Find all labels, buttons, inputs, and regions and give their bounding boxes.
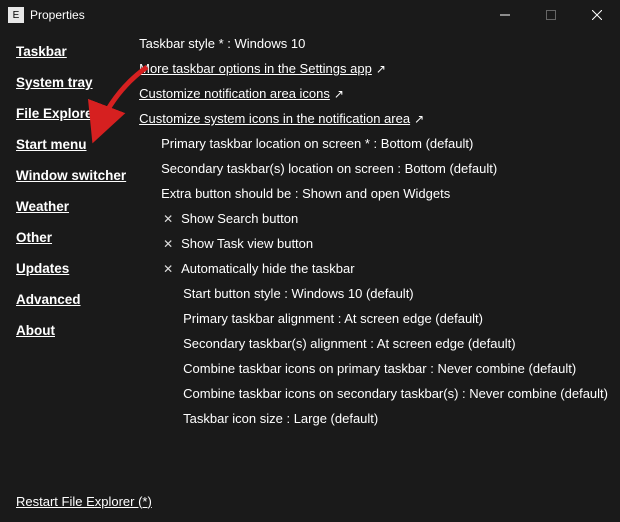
setting-check-label: Show Task view button	[181, 236, 313, 251]
setting-key: Extra button should be	[161, 186, 291, 201]
close-icon	[592, 10, 602, 20]
setting-row[interactable]: Extra button should be : Shown and open …	[139, 186, 608, 201]
setting-key: Primary taskbar alignment	[183, 311, 334, 326]
sidebar-item-file-explorer[interactable]: File Explorer	[16, 98, 139, 129]
setting-value: Never combine (default)	[437, 361, 576, 376]
maximize-icon	[546, 10, 556, 20]
sidebar-item-label: Weather	[16, 199, 69, 214]
setting-row[interactable]: Combine taskbar icons on primary taskbar…	[139, 361, 608, 376]
window-title: Properties	[30, 8, 482, 22]
setting-link-label: More taskbar options in the Settings app	[139, 61, 372, 76]
checkbox-unchecked-icon: ✕	[161, 262, 175, 276]
setting-kv: Primary taskbar alignment : At screen ed…	[183, 311, 483, 326]
setting-value: Shown and open Widgets	[302, 186, 450, 201]
footer: Restart File Explorer (*)	[0, 480, 620, 522]
sidebar-item-label: System tray	[16, 75, 93, 90]
setting-key: Combine taskbar icons on secondary taskb…	[183, 386, 458, 401]
setting-kv: Secondary taskbar(s) alignment : At scre…	[183, 336, 515, 351]
setting-key: Start button style	[183, 286, 281, 301]
setting-kv: Extra button should be : Shown and open …	[161, 186, 450, 201]
external-link-icon: ↗	[414, 112, 424, 126]
window-controls	[482, 0, 620, 30]
setting-check-label: Automatically hide the taskbar	[181, 261, 354, 276]
minimize-icon	[500, 10, 510, 20]
external-link-icon: ↗	[334, 87, 344, 101]
setting-key: Taskbar style *	[139, 36, 224, 51]
setting-row[interactable]: ✕ Show Task view button	[139, 236, 608, 251]
sidebar-item-label: Other	[16, 230, 52, 245]
checkbox-unchecked-icon: ✕	[161, 212, 175, 226]
titlebar: E Properties	[0, 0, 620, 30]
setting-value: Windows 10	[235, 36, 306, 51]
checkbox-unchecked-icon: ✕	[161, 237, 175, 251]
sidebar-item-label: File Explorer	[16, 106, 98, 121]
setting-value: Bottom (default)	[381, 136, 474, 151]
setting-key: Secondary taskbar(s) location on screen	[161, 161, 394, 176]
minimize-button[interactable]	[482, 0, 528, 30]
setting-key: Combine taskbar icons on primary taskbar	[183, 361, 427, 376]
sidebar-item-window-switcher[interactable]: Window switcher	[16, 160, 139, 191]
setting-row[interactable]: ✕ Show Search button	[139, 211, 608, 226]
setting-row[interactable]: Customize notification area icons ↗	[139, 86, 608, 101]
sidebar-item-about[interactable]: About	[16, 315, 139, 346]
setting-kv: Taskbar icon size : Large (default)	[183, 411, 378, 426]
setting-value: Large (default)	[294, 411, 379, 426]
sidebar-item-label: Updates	[16, 261, 69, 276]
setting-value: Bottom (default)	[405, 161, 498, 176]
setting-row[interactable]: Secondary taskbar(s) location on screen …	[139, 161, 608, 176]
sidebar-item-label: Taskbar	[16, 44, 67, 59]
setting-key: Taskbar icon size	[183, 411, 283, 426]
app-icon: E	[8, 7, 24, 23]
sidebar-item-taskbar[interactable]: Taskbar	[16, 36, 139, 67]
sidebar-item-weather[interactable]: Weather	[16, 191, 139, 222]
setting-kv: Primary taskbar location on screen * : B…	[161, 136, 473, 151]
setting-kv: Combine taskbar icons on primary taskbar…	[183, 361, 576, 376]
setting-link-label: Customize system icons in the notificati…	[139, 111, 410, 126]
sidebar-item-other[interactable]: Other	[16, 222, 139, 253]
setting-link-label: Customize notification area icons	[139, 86, 330, 101]
sidebar-item-start-menu[interactable]: Start menu	[16, 129, 139, 160]
setting-row[interactable]: Taskbar icon size : Large (default)	[139, 411, 608, 426]
setting-value: Windows 10 (default)	[292, 286, 414, 301]
setting-row[interactable]: Primary taskbar location on screen * : B…	[139, 136, 608, 151]
setting-row[interactable]: Primary taskbar alignment : At screen ed…	[139, 311, 608, 326]
setting-kv: Secondary taskbar(s) location on screen …	[161, 161, 497, 176]
setting-row[interactable]: Customize system icons in the notificati…	[139, 111, 608, 126]
setting-check-label: Show Search button	[181, 211, 298, 226]
maximize-button[interactable]	[528, 0, 574, 30]
setting-row[interactable]: Combine taskbar icons on secondary taskb…	[139, 386, 608, 401]
setting-key: Primary taskbar location on screen *	[161, 136, 370, 151]
setting-kv: Combine taskbar icons on secondary taskb…	[183, 386, 608, 401]
close-button[interactable]	[574, 0, 620, 30]
setting-value: At screen edge (default)	[377, 336, 516, 351]
sidebar: Taskbar System tray File Explorer Start men…	[0, 36, 139, 480]
sidebar-item-label: Advanced	[16, 292, 81, 307]
setting-value: At screen edge (default)	[344, 311, 483, 326]
sidebar-item-label: Start menu	[16, 137, 87, 152]
restart-explorer-link[interactable]: Restart File Explorer (*)	[16, 494, 152, 509]
sidebar-item-label: About	[16, 323, 55, 338]
setting-kv: Taskbar style * : Windows 10	[139, 36, 305, 51]
setting-kv: Start button style : Windows 10 (default…	[183, 286, 414, 301]
sidebar-item-updates[interactable]: Updates	[16, 253, 139, 284]
setting-row[interactable]: Start button style : Windows 10 (default…	[139, 286, 608, 301]
sidebar-item-system-tray[interactable]: System tray	[16, 67, 139, 98]
setting-key: Secondary taskbar(s) alignment	[183, 336, 367, 351]
sidebar-item-advanced[interactable]: Advanced	[16, 284, 139, 315]
settings-panel: Taskbar style * : Windows 10 More taskbar…	[139, 36, 620, 480]
setting-row[interactable]: More taskbar options in the Settings app…	[139, 61, 608, 76]
setting-row[interactable]: Taskbar style * : Windows 10	[139, 36, 608, 51]
setting-value: Never combine (default)	[469, 386, 608, 401]
content-area: Taskbar System tray File Explorer Start men…	[0, 30, 620, 480]
external-link-icon: ↗	[376, 62, 386, 76]
setting-row[interactable]: ✕ Automatically hide the taskbar	[139, 261, 608, 276]
sidebar-item-label: Window switcher	[16, 168, 126, 183]
setting-row[interactable]: Secondary taskbar(s) alignment : At scre…	[139, 336, 608, 351]
